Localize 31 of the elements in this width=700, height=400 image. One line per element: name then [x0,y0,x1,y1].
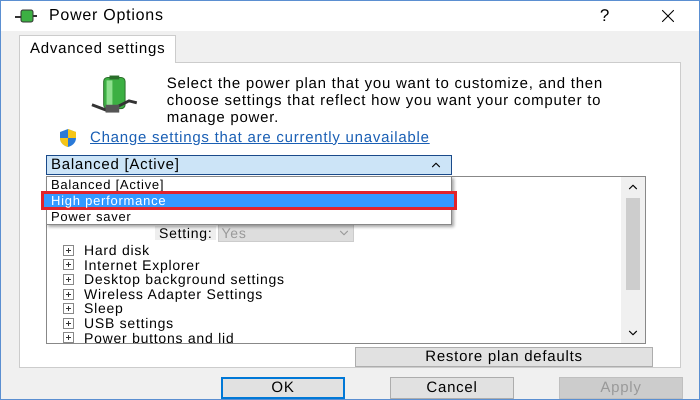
expand-icon[interactable] [63,318,74,329]
tree-item[interactable]: Sleep [84,301,124,316]
tree-item[interactable]: Internet Explorer [84,258,200,272]
tree-item[interactable]: Wireless Adapter Settings [84,286,264,302]
expand-icon[interactable] [63,332,74,343]
plan-dropdown[interactable]: Balanced [Active] [46,155,452,175]
expand-icon[interactable] [63,244,74,256]
expand-icon[interactable] [63,259,74,270]
change-settings-link[interactable]: Change settings that are currently unavailable [90,126,430,149]
dropdown-option[interactable]: Balanced [Active] [47,178,451,191]
tab[interactable]: Advanced settings [19,35,176,62]
dropdown-option[interactable]: Power saver [47,210,451,223]
expand-icon[interactable] [63,288,74,300]
expand-icon[interactable] [63,303,74,314]
scroll-thumb[interactable] [626,198,640,290]
tree-item[interactable]: Hard disk [84,243,150,258]
tree-item[interactable]: USB settings [84,316,174,331]
help-button[interactable]: ? [585,3,625,29]
expand-icon[interactable] [63,274,74,285]
tree-item[interactable]: Power buttons and lid [84,330,234,343]
dialog-button[interactable]: OK [221,376,345,398]
window-title: Power Options [49,6,164,26]
app-icon [15,7,37,25]
setting-label: Setting: [155,226,216,240]
tree-item[interactable]: Desktop background settings [84,272,285,287]
dialog-button[interactable]: Cancel [390,376,514,398]
restore-defaults-button[interactable]: Restore plan defaults [355,347,653,367]
shield-icon [58,128,78,148]
dropdown-value: Balanced [Active] [51,156,181,174]
scrollbar[interactable] [621,177,645,343]
intro-text: Select the power plan that you want to customize, and then choose settings that reflect how you want your computer to manage power. [166,74,604,126]
